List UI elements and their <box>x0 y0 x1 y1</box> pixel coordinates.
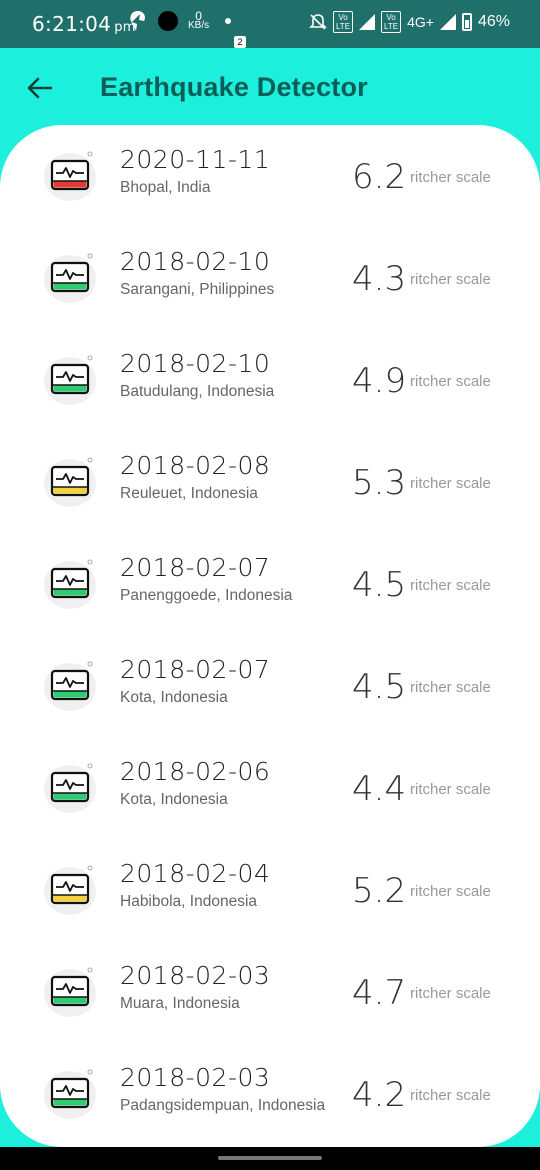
quake-date: 2018-02-03 <box>120 1063 271 1092</box>
list-item[interactable]: 2018-02-07 Panenggoede, Indonesia 4.5 ri… <box>0 533 540 635</box>
quake-magnitude: 4.7 <box>352 973 407 1013</box>
magnitude-unit: ritcher scale <box>410 679 491 696</box>
magnitude-unit: ritcher scale <box>410 1087 491 1104</box>
seismograph-icon <box>44 1069 96 1119</box>
network-speed: 0 KB/s <box>188 10 210 31</box>
system-nav-bar <box>0 1147 540 1170</box>
quake-place: Batudulang, Indonesia <box>120 383 275 400</box>
seismograph-icon <box>44 151 96 201</box>
status-bar: 6:21:04 pm 0 KB/s 2 Vo LTE Vo LTE 4G+ 46% <box>0 0 540 48</box>
seismograph-icon <box>44 253 96 303</box>
quake-date: 2018-02-10 <box>120 247 271 276</box>
back-button[interactable] <box>22 70 58 106</box>
battery-percent: 46% <box>477 13 510 30</box>
quake-place: Kota, Indonesia <box>120 791 228 808</box>
magnitude-unit: ritcher scale <box>410 169 491 186</box>
quake-place: Sarangani, Philippines <box>120 281 275 298</box>
quake-date: 2018-02-06 <box>120 757 271 786</box>
seismograph-icon <box>44 967 96 1017</box>
app-notification-icon <box>130 11 146 31</box>
quake-place: Kota, Indonesia <box>120 689 228 706</box>
home-gesture-handle[interactable] <box>218 1156 322 1160</box>
list-item[interactable]: 2020-11-11 Bhopal, India 6.2 ritcher sca… <box>0 125 540 227</box>
magnitude-unit: ritcher scale <box>410 475 491 492</box>
magnitude-unit: ritcher scale <box>410 883 491 900</box>
list-item[interactable]: 2018-02-03 Padangsidempuan, Indonesia 4.… <box>0 1043 540 1145</box>
quake-magnitude: 5.2 <box>352 871 407 911</box>
network-speed-unit: KB/s <box>188 20 210 31</box>
seismograph-icon <box>44 763 96 813</box>
quake-magnitude: 4.2 <box>352 1075 407 1115</box>
quake-date: 2018-02-04 <box>120 859 271 888</box>
list-item[interactable]: 2018-02-08 Reuleuet, Indonesia 5.3 ritch… <box>0 431 540 533</box>
quake-magnitude: 4.5 <box>352 565 407 605</box>
list-item[interactable]: 2018-02-04 Habibola, Indonesia 5.2 ritch… <box>0 839 540 941</box>
list-item[interactable]: 2018-02-10 Sarangani, Philippines 4.3 ri… <box>0 227 540 329</box>
status-time-value: 6:21:04 <box>32 12 112 36</box>
quake-magnitude: 6.2 <box>352 157 407 197</box>
volte-2-icon: Vo LTE <box>381 11 402 33</box>
quake-place: Panenggoede, Indonesia <box>120 587 293 604</box>
quake-place: Padangsidempuan, Indonesia <box>120 1097 326 1114</box>
quake-place: Habibola, Indonesia <box>120 893 258 910</box>
seismograph-icon <box>44 457 96 507</box>
more-notifications-dot-icon <box>225 18 232 24</box>
quake-magnitude: 4.3 <box>352 259 407 299</box>
seismograph-icon <box>44 559 96 609</box>
record-dot-icon <box>158 11 178 31</box>
volte-1-icon: Vo LTE <box>332 11 354 33</box>
quake-date: 2018-02-03 <box>120 961 271 990</box>
magnitude-unit: ritcher scale <box>410 271 491 288</box>
signal-2-icon <box>439 14 456 30</box>
signal-1-icon <box>359 14 376 30</box>
quake-magnitude: 5.3 <box>352 463 407 503</box>
quake-date: 2018-02-07 <box>120 553 271 582</box>
network-type: 4G+ <box>407 14 434 30</box>
magnitude-unit: ritcher scale <box>410 781 491 798</box>
magnitude-unit: ritcher scale <box>410 577 491 594</box>
magnitude-unit: ritcher scale <box>410 373 491 390</box>
quake-place: Bhopal, India <box>120 179 211 196</box>
quake-magnitude: 4.4 <box>352 769 407 809</box>
battery-icon <box>461 13 472 31</box>
quake-place: Reuleuet, Indonesia <box>120 485 258 502</box>
status-right-icons: Vo LTE Vo LTE 4G+ 46% <box>309 11 510 33</box>
seismograph-icon <box>44 661 96 711</box>
quake-magnitude: 4.5 <box>352 667 407 707</box>
status-left-icons: 0 KB/s <box>128 10 232 32</box>
earthquake-list[interactable]: 2020-11-11 Bhopal, India 6.2 ritcher sca… <box>0 125 540 1147</box>
quake-place: Muara, Indonesia <box>120 995 240 1012</box>
list-item[interactable]: 2018-02-03 Muara, Indonesia 4.7 ritcher … <box>0 941 540 1043</box>
quake-magnitude: 4.9 <box>352 361 407 401</box>
list-item[interactable]: 2018-02-06 Kota, Indonesia 4.4 ritcher s… <box>0 737 540 839</box>
quake-date: 2018-02-08 <box>120 451 271 480</box>
seismograph-icon <box>44 865 96 915</box>
notification-count-badge: 2 <box>234 36 246 48</box>
list-item[interactable]: 2018-02-07 Kota, Indonesia 4.5 ritcher s… <box>0 635 540 737</box>
quake-date: 2018-02-10 <box>120 349 271 378</box>
seismograph-icon <box>44 355 96 405</box>
list-item[interactable]: 2018-02-10 Batudulang, Indonesia 4.9 rit… <box>0 329 540 431</box>
back-arrow-icon <box>27 77 53 99</box>
magnitude-unit: ritcher scale <box>410 985 491 1002</box>
status-time: 6:21:04 pm <box>32 12 136 36</box>
page-title: Earthquake Detector <box>100 72 368 102</box>
quake-date: 2018-02-07 <box>120 655 271 684</box>
app-bar: Earthquake Detector <box>0 48 540 128</box>
mute-bell-icon <box>309 14 327 30</box>
quake-date: 2020-11-11 <box>120 145 271 174</box>
